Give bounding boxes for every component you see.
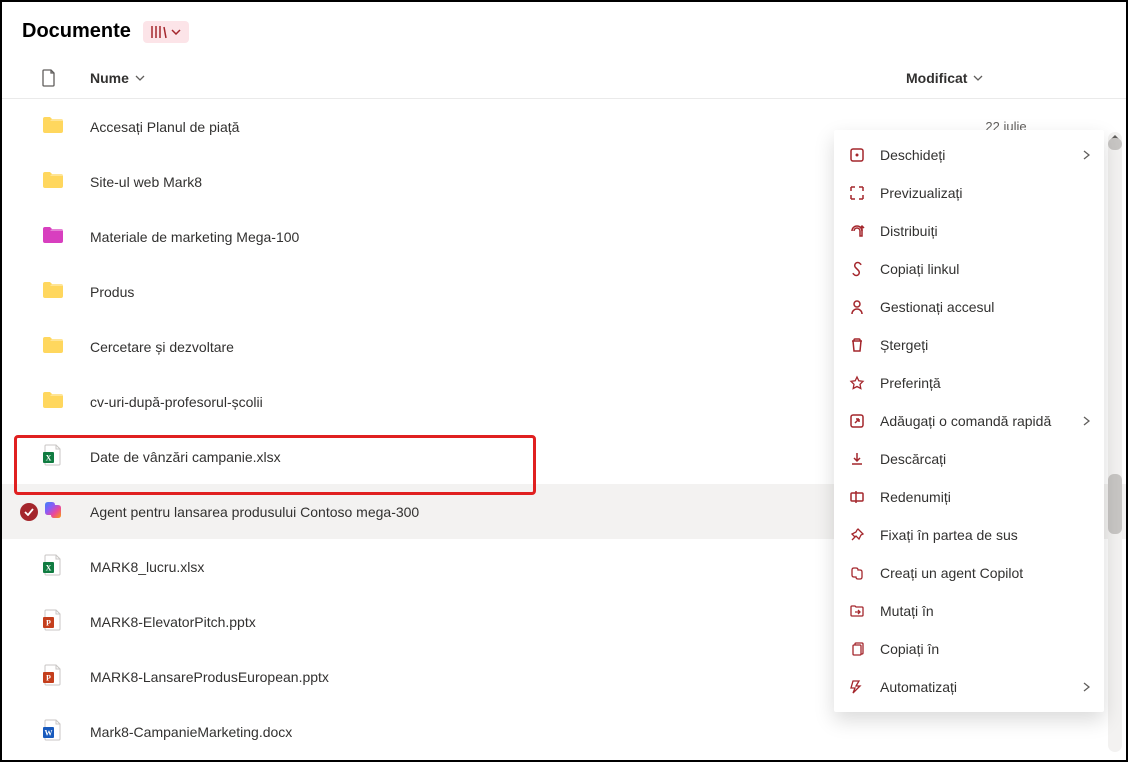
- table-row[interactable]: W Mark8-CampanieMarketing.docx: [2, 704, 1126, 759]
- item-name: cv-uri-după-profesorul-școlii: [90, 394, 263, 410]
- share-icon: [848, 222, 866, 240]
- link-icon: [848, 260, 866, 278]
- menu-item-download[interactable]: Descărcați: [834, 440, 1104, 478]
- column-header-modified[interactable]: Modificat: [906, 70, 1106, 86]
- svg-text:X: X: [46, 454, 52, 463]
- scrollbar-track[interactable]: [1108, 132, 1122, 752]
- chevron-down-icon: [171, 29, 181, 35]
- download-icon: [848, 450, 866, 468]
- menu-item-label: Automatizați: [880, 679, 1069, 695]
- chevron-right-icon: [1083, 416, 1090, 426]
- folder-icon: [42, 226, 64, 247]
- move-icon: [848, 602, 866, 620]
- menu-item-copy[interactable]: Copiați în: [834, 630, 1104, 668]
- excel-file-icon: X: [42, 444, 62, 469]
- excel-file-icon: X: [42, 554, 62, 579]
- library-icon: [151, 25, 167, 39]
- item-name: MARK8-LansareProdusEuropean.pptx: [90, 669, 329, 685]
- page-title: Documente: [22, 20, 131, 43]
- automate-icon: [848, 678, 866, 696]
- item-name: Mark8-CampanieMarketing.docx: [90, 724, 292, 740]
- menu-item-label: Preferință: [880, 375, 1090, 391]
- column-header-name-label: Nume: [90, 70, 129, 86]
- item-name: Accesați Planul de piață: [90, 119, 239, 135]
- item-name: Site-ul web Mark8: [90, 174, 202, 190]
- item-name: Produs: [90, 284, 134, 300]
- copilot-create-icon: [848, 564, 866, 582]
- pin-icon: [848, 526, 866, 544]
- menu-item-delete[interactable]: Ștergeți: [834, 326, 1104, 364]
- powerpoint-file-icon: P: [42, 609, 62, 634]
- menu-item-automate[interactable]: Automatizați: [834, 668, 1104, 706]
- shortcut-icon: [848, 412, 866, 430]
- chevron-right-icon: [1083, 682, 1090, 692]
- chevron-down-icon: [135, 75, 145, 81]
- menu-item-label: Fixați în partea de sus: [880, 527, 1090, 543]
- menu-item-label: Adăugați o comandă rapidă: [880, 413, 1069, 429]
- view-switcher-button[interactable]: [143, 21, 189, 43]
- menu-item-open[interactable]: Deschideți: [834, 136, 1104, 174]
- menu-item-preview[interactable]: Previzualizați: [834, 174, 1104, 212]
- menu-item-label: Ștergeți: [880, 337, 1090, 353]
- folder-icon: [42, 336, 64, 357]
- menu-item-favorite[interactable]: Preferință: [834, 364, 1104, 402]
- scrollbar-thumb[interactable]: [1108, 474, 1122, 534]
- menu-item-label: Descărcați: [880, 451, 1090, 467]
- svg-text:X: X: [46, 564, 52, 573]
- column-header-name[interactable]: Nume: [90, 70, 145, 86]
- item-name: Materiale de marketing Mega-100: [90, 229, 299, 245]
- item-name: Cercetare și dezvoltare: [90, 339, 234, 355]
- item-name: MARK8-ElevatorPitch.pptx: [90, 614, 256, 630]
- item-name: Agent pentru lansarea produsului Contoso…: [90, 504, 419, 520]
- column-header-type-icon[interactable]: [42, 69, 90, 87]
- menu-item-access[interactable]: Gestionați accesul: [834, 288, 1104, 326]
- chevron-right-icon: [1083, 150, 1090, 160]
- scrollbar-thumb[interactable]: [1108, 138, 1122, 150]
- menu-item-label: Redenumiți: [880, 489, 1090, 505]
- menu-item-label: Copiați în: [880, 641, 1090, 657]
- item-name: MARK8_lucru.xlsx: [90, 559, 204, 575]
- copy-icon: [848, 640, 866, 658]
- column-header-row: Nume Modificat: [2, 57, 1126, 99]
- word-file-icon: W: [42, 719, 62, 744]
- context-menu: Deschideți Previzualizați Distribuiți Co…: [834, 130, 1104, 712]
- selected-check-icon: [20, 503, 38, 521]
- svg-text:P: P: [46, 674, 51, 683]
- folder-icon: [42, 281, 64, 302]
- menu-item-label: Gestionați accesul: [880, 299, 1090, 315]
- menu-item-pin[interactable]: Fixați în partea de sus: [834, 516, 1104, 554]
- copilot-agent-icon: [42, 499, 64, 524]
- item-name: Date de vânzări campanie.xlsx: [90, 449, 281, 465]
- folder-icon: [42, 391, 64, 412]
- menu-item-label: Creați un agent Copilot: [880, 565, 1090, 581]
- svg-text:W: W: [45, 729, 53, 738]
- menu-item-link[interactable]: Copiați linkul: [834, 250, 1104, 288]
- powerpoint-file-icon: P: [42, 664, 62, 689]
- rename-icon: [848, 488, 866, 506]
- column-header-modified-label: Modificat: [906, 70, 967, 86]
- menu-item-label: Deschideți: [880, 147, 1069, 163]
- menu-item-label: Copiați linkul: [880, 261, 1090, 277]
- favorite-icon: [848, 374, 866, 392]
- menu-item-label: Previzualizați: [880, 185, 1090, 201]
- page-header: Documente: [2, 2, 1126, 57]
- preview-icon: [848, 184, 866, 202]
- delete-icon: [848, 336, 866, 354]
- menu-item-copilot-create[interactable]: Creați un agent Copilot: [834, 554, 1104, 592]
- svg-text:P: P: [46, 619, 51, 628]
- menu-item-move[interactable]: Mutați în: [834, 592, 1104, 630]
- access-icon: [848, 298, 866, 316]
- menu-item-rename[interactable]: Redenumiți: [834, 478, 1104, 516]
- chevron-down-icon: [973, 75, 983, 81]
- menu-item-shortcut[interactable]: Adăugați o comandă rapidă: [834, 402, 1104, 440]
- menu-item-label: Mutați în: [880, 603, 1090, 619]
- folder-icon: [42, 171, 64, 192]
- open-icon: [848, 146, 866, 164]
- menu-item-share[interactable]: Distribuiți: [834, 212, 1104, 250]
- menu-item-label: Distribuiți: [880, 223, 1090, 239]
- folder-icon: [42, 116, 64, 137]
